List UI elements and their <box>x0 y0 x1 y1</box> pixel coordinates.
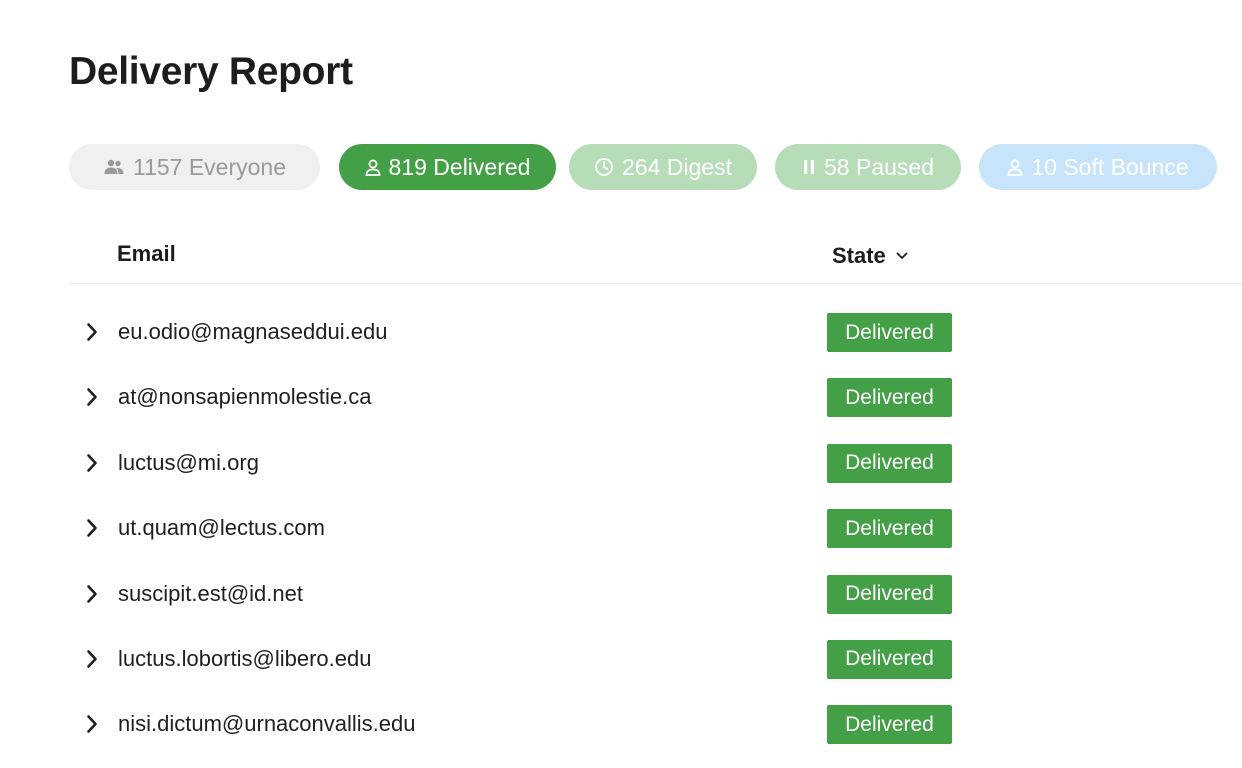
table-row[interactable]: luctus@mi.org Delivered <box>69 431 1242 496</box>
chevron-right-icon[interactable] <box>84 714 100 734</box>
filter-everyone-label: 1157 Everyone <box>132 153 286 180</box>
chevron-right-icon[interactable] <box>84 584 100 604</box>
chevron-right-icon[interactable] <box>84 649 100 669</box>
table-row[interactable]: at@nonsapienmolestie.ca Delivered <box>69 365 1242 430</box>
filter-paused-label: 58 Paused <box>824 153 934 180</box>
row-email: ut.quam@lectus.com <box>118 515 325 541</box>
column-header-email: Email <box>117 241 176 266</box>
pause-icon <box>802 159 816 175</box>
row-email: nisi.dictum@urnaconvallis.edu <box>118 711 416 737</box>
delivery-report-page: Delivery Report 1157 Everyone 819 Delive… <box>0 0 1242 768</box>
status-badge: Delivered <box>827 443 952 483</box>
status-badge: Delivered <box>827 378 952 418</box>
filter-digest-label: 264 Digest <box>622 153 732 180</box>
chevron-right-icon[interactable] <box>84 322 100 342</box>
page-title: Delivery Report <box>69 50 353 93</box>
filter-digest[interactable]: 264 Digest <box>569 144 757 190</box>
filter-everyone[interactable]: 1157 Everyone <box>69 144 320 190</box>
filter-bar: 1157 Everyone 819 Delivered 264 Digest 5… <box>69 144 1242 190</box>
column-header-state[interactable]: State <box>832 243 908 269</box>
chevron-right-icon[interactable] <box>84 453 100 473</box>
row-email: luctus.lobortis@libero.edu <box>118 645 372 671</box>
people-icon <box>103 159 125 175</box>
chevron-right-icon[interactable] <box>84 387 100 407</box>
column-header-state-label: State <box>832 243 886 268</box>
filter-soft-bounce[interactable]: 10 Soft Bounce <box>979 144 1217 190</box>
table-row[interactable]: suscipit.est@id.net Delivered <box>69 562 1242 627</box>
clock-icon <box>594 157 614 177</box>
table-header: Email State <box>69 225 1242 284</box>
row-email: eu.odio@magnaseddui.edu <box>118 319 388 344</box>
table-row[interactable]: ut.quam@lectus.com Delivered <box>69 496 1242 561</box>
person-icon <box>1007 159 1023 176</box>
filter-delivered[interactable]: 819 Delivered <box>339 144 556 190</box>
status-badge: Delivered <box>827 509 952 549</box>
chevron-right-icon[interactable] <box>84 518 100 538</box>
filter-soft-bounce-label: 10 Soft Bounce <box>1031 153 1189 180</box>
filter-paused[interactable]: 58 Paused <box>775 144 961 190</box>
status-badge: Delivered <box>827 639 952 679</box>
status-badge: Delivered <box>827 705 952 745</box>
filter-delivered-label: 819 Delivered <box>388 153 531 180</box>
status-badge: Delivered <box>827 574 952 614</box>
row-email: at@nonsapienmolestie.ca <box>118 384 372 410</box>
table-body: eu.odio@magnaseddui.edu Delivered at@non… <box>69 300 1242 758</box>
chevron-down-icon[interactable] <box>896 252 908 260</box>
row-email: luctus@mi.org <box>118 449 259 475</box>
table-row[interactable]: luctus.lobortis@libero.edu Delivered <box>69 627 1242 692</box>
table-row[interactable]: eu.odio@magnaseddui.edu Delivered <box>69 300 1242 365</box>
person-icon <box>365 159 381 176</box>
row-email: suscipit.est@id.net <box>118 580 303 606</box>
status-badge: Delivered <box>827 313 952 352</box>
table-row[interactable]: nisi.dictum@urnaconvallis.edu Delivered <box>69 692 1242 757</box>
